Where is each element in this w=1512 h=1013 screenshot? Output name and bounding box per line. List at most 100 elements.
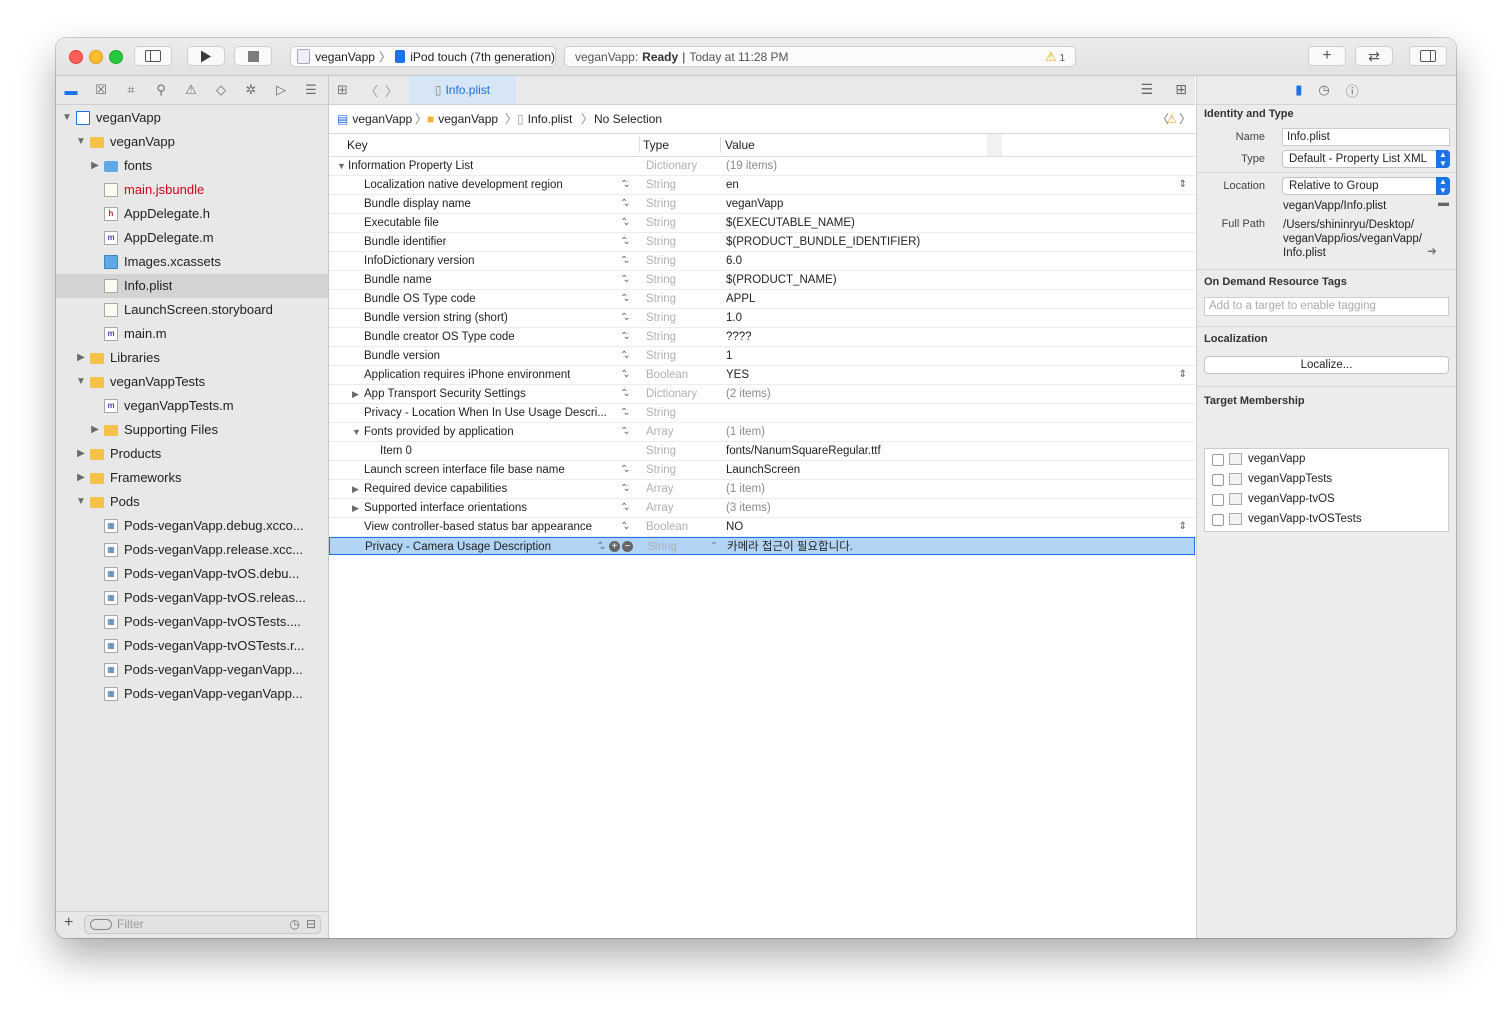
- plist-key[interactable]: App Transport Security Settings: [364, 385, 526, 403]
- library-button[interactable]: +: [1308, 46, 1346, 66]
- next-issue-icon[interactable]: 〉: [1179, 105, 1191, 133]
- plist-type[interactable]: Array: [646, 499, 673, 517]
- plist-type[interactable]: String: [646, 328, 676, 346]
- plist-key[interactable]: InfoDictionary version: [364, 252, 475, 270]
- jump-project[interactable]: ▤ veganVapp: [337, 105, 412, 133]
- minimize-window-button[interactable]: [89, 50, 103, 64]
- stop-button[interactable]: [234, 46, 272, 66]
- plist-key[interactable]: Application requires iPhone environment: [364, 366, 570, 384]
- plist-value[interactable]: fonts/NanumSquareRegular.ttf: [726, 442, 881, 460]
- plist-key[interactable]: Required device capabilities: [364, 480, 507, 498]
- plist-row[interactable]: Bundle creator OS Type code ⌃⌄ String????: [329, 328, 1195, 347]
- back-arrow-icon[interactable]: 〈: [365, 81, 378, 100]
- navigator-item[interactable]: main.jsbundle: [56, 178, 328, 202]
- tab-info-plist[interactable]: ▯ Info.plist: [409, 76, 516, 104]
- key-stepper-icon[interactable]: ⌃⌄: [620, 518, 630, 536]
- plist-row[interactable]: Bundle identifier ⌃⌄ String $(PRODUCT_BUNDL…: [329, 233, 1195, 252]
- type-stepper-icon[interactable]: ⌃: [710, 538, 718, 556]
- report-navigator-icon[interactable]: ☰: [296, 82, 326, 98]
- close-window-button[interactable]: [69, 50, 83, 64]
- key-stepper-icon[interactable]: ⌃⌄: [620, 176, 630, 194]
- plist-type[interactable]: Array: [646, 480, 673, 498]
- navigator-item[interactable]: ▶ Frameworks: [56, 466, 328, 490]
- plist-row[interactable]: InfoDictionary version ⌃⌄ String 6.0: [329, 252, 1195, 271]
- file-inspector-icon[interactable]: ▮: [1295, 82, 1302, 98]
- navigator-item[interactable]: ▦ Pods-veganVapp-tvOS.releas...: [56, 586, 328, 610]
- help-inspector-icon[interactable]: ⓘ: [1346, 81, 1359, 100]
- plist-type[interactable]: String: [646, 176, 676, 194]
- key-stepper-icon[interactable]: ⌃⌄: [620, 423, 630, 441]
- key-stepper-icon[interactable]: ⌃⌄: [620, 214, 630, 232]
- navigator-item[interactable]: ▦ Pods-veganVapp-tvOS.debu...: [56, 562, 328, 586]
- plist-type[interactable]: String: [647, 538, 677, 556]
- plist-row[interactable]: Privacy - Camera Usage Description ⌃⌄ + − St…: [329, 537, 1195, 555]
- plist-value[interactable]: (19 items): [726, 157, 777, 175]
- plist-row[interactable]: View controller-based status bar appeara…: [329, 518, 1195, 537]
- plist-key[interactable]: Bundle name: [364, 271, 432, 289]
- navigator-item[interactable]: ▶ fonts: [56, 154, 328, 178]
- disclosure-open-icon[interactable]: ▼: [76, 130, 86, 154]
- navigator-item[interactable]: m AppDelegate.m: [56, 226, 328, 250]
- navigator-item[interactable]: ▦ Pods-veganVapp.release.xcc...: [56, 538, 328, 562]
- plist-row[interactable]: ▶ App Transport Security Settings ⌃⌄ Dictio…: [329, 385, 1195, 404]
- plist-value[interactable]: APPL: [726, 290, 755, 308]
- plist-key[interactable]: Bundle display name: [364, 195, 471, 213]
- plist-value[interactable]: (2 items): [726, 385, 771, 403]
- plist-type[interactable]: Boolean: [646, 518, 688, 536]
- plist-type[interactable]: String: [646, 195, 676, 213]
- navigator-item[interactable]: ▦ Pods-veganVapp.debug.xcco...: [56, 514, 328, 538]
- test-navigator-icon[interactable]: ◇: [206, 82, 236, 98]
- split-editor-icon[interactable]: ⊞: [1175, 81, 1187, 98]
- disclosure-open-icon[interactable]: ▼: [76, 490, 86, 514]
- plist-value[interactable]: (1 item): [726, 480, 765, 498]
- key-column-header[interactable]: Key: [347, 134, 368, 156]
- code-review-button[interactable]: ⇄: [1355, 46, 1393, 66]
- plist-row[interactable]: Bundle OS Type code ⌃⌄ String APPL: [329, 290, 1195, 309]
- key-stepper-icon[interactable]: ⌃⌄: [620, 499, 630, 517]
- add-file-button[interactable]: +: [64, 914, 73, 932]
- navigator-item[interactable]: m veganVappTests.m: [56, 394, 328, 418]
- plist-value[interactable]: $(PRODUCT_BUNDLE_IDENTIFIER): [726, 233, 920, 251]
- name-field[interactable]: Info.plist: [1282, 128, 1450, 146]
- plist-value[interactable]: veganVapp: [726, 195, 783, 213]
- plist-key[interactable]: Bundle creator OS Type code: [364, 328, 515, 346]
- disclosure-open-icon[interactable]: ▼: [337, 157, 346, 175]
- value-popup-icon[interactable]: ⇕: [1179, 518, 1187, 536]
- filter-input[interactable]: Filter ◷ ⊟: [84, 915, 321, 934]
- plist-key[interactable]: Fonts provided by application: [364, 423, 514, 441]
- navigator-item[interactable]: ▶ Products: [56, 442, 328, 466]
- debug-navigator-icon[interactable]: ✲: [236, 82, 266, 98]
- remove-row-icon[interactable]: −: [622, 541, 633, 552]
- plist-key[interactable]: Bundle version: [364, 347, 440, 365]
- target-checkbox[interactable]: [1212, 494, 1224, 506]
- value-popup-icon[interactable]: ⇕: [1179, 176, 1187, 194]
- key-stepper-icon[interactable]: ⌃⌄: [620, 233, 630, 251]
- disclosure-open-icon[interactable]: ▼: [352, 423, 361, 441]
- plist-key[interactable]: Item 0: [380, 442, 412, 460]
- disclosure-closed-icon[interactable]: ▶: [352, 499, 359, 517]
- plist-key[interactable]: Bundle version string (short): [364, 309, 508, 327]
- plist-type[interactable]: Dictionary: [646, 385, 697, 403]
- key-stepper-icon[interactable]: ⌃⌄: [620, 404, 630, 422]
- disclosure-closed-icon[interactable]: ▶: [76, 346, 86, 370]
- run-button[interactable]: [187, 46, 225, 66]
- key-stepper-icon[interactable]: ⌃⌄: [620, 309, 630, 327]
- plist-key[interactable]: Bundle identifier: [364, 233, 446, 251]
- related-items-icon[interactable]: ⊞: [337, 82, 348, 98]
- plist-row[interactable]: Launch screen interface file base name ⌃⌄…: [329, 461, 1195, 480]
- plist-value[interactable]: (1 item): [726, 423, 765, 441]
- plist-value[interactable]: LaunchScreen: [726, 461, 800, 479]
- key-stepper-icon[interactable]: ⌃⌄: [620, 328, 630, 346]
- scheme-selector[interactable]: veganVapp 〉 iPod touch (7th generation): [290, 46, 556, 67]
- toggle-inspector-button[interactable]: [1409, 46, 1447, 66]
- plist-row[interactable]: ▼ Fonts provided by application ⌃⌄ Array (1 …: [329, 423, 1195, 442]
- symbol-navigator-icon[interactable]: ⌗: [116, 82, 146, 98]
- history-inspector-icon[interactable]: ◷: [1318, 82, 1329, 98]
- plist-key[interactable]: Supported interface orientations: [364, 499, 527, 517]
- plist-type[interactable]: String: [646, 309, 676, 327]
- navigator-item[interactable]: h AppDelegate.h: [56, 202, 328, 226]
- scm-filter-icon[interactable]: ⊟: [306, 916, 316, 933]
- key-stepper-icon[interactable]: ⌃⌄: [620, 480, 630, 498]
- folder-navigator-icon[interactable]: ▬: [56, 83, 86, 98]
- plist-type[interactable]: String: [646, 214, 676, 232]
